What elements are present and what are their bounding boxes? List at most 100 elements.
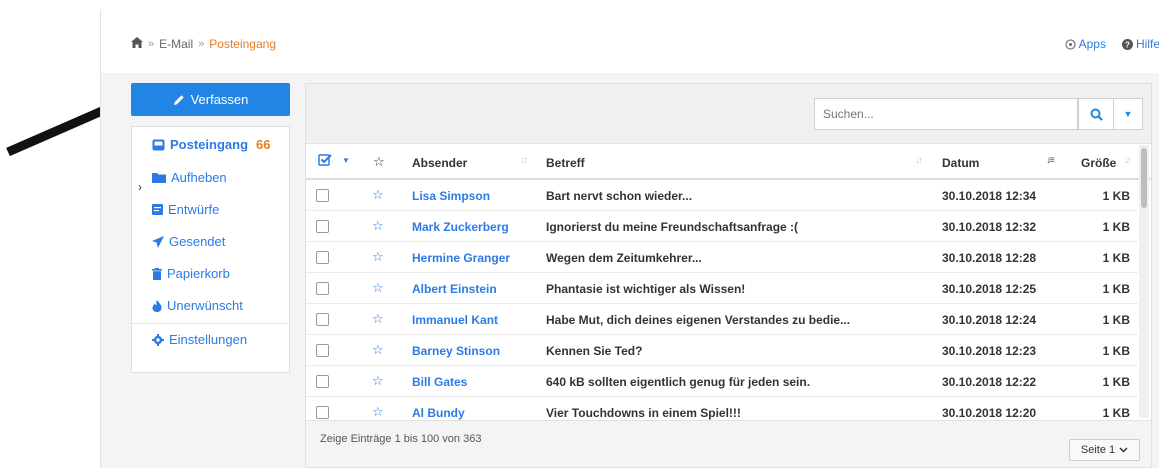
apps-link[interactable]: Apps: [1065, 37, 1106, 51]
size-cell: 1 KB: [1102, 189, 1130, 203]
column-header-size[interactable]: Größe: [1081, 156, 1116, 170]
folder-label: Gesendet: [169, 234, 226, 249]
apps-icon: [1065, 38, 1076, 50]
folder-sent[interactable]: Gesendet: [152, 234, 225, 249]
column-header-sender[interactable]: Absender: [412, 156, 467, 170]
checkbox-checked-icon: [318, 154, 332, 166]
sender-cell[interactable]: Mark Zuckerberg: [412, 220, 509, 234]
sender-cell[interactable]: Hermine Granger: [412, 251, 510, 265]
size-cell: 1 KB: [1102, 406, 1130, 420]
message-list: ☆ Lisa Simpson Bart nervt schon wieder..…: [306, 180, 1138, 428]
compose-button[interactable]: Verfassen: [131, 83, 290, 116]
star-icon[interactable]: ☆: [372, 187, 384, 203]
sender-cell[interactable]: Bill Gates: [412, 375, 467, 389]
breadcrumb-inbox[interactable]: Posteingang: [209, 37, 276, 51]
sort-icon[interactable]: ↓↑: [915, 155, 923, 166]
subject-cell[interactable]: Wegen dem Zeitumkehrer...: [546, 251, 702, 265]
help-link[interactable]: ? Hilfe: [1121, 37, 1159, 51]
sort-desc-icon[interactable]: ↓≡: [1046, 155, 1055, 166]
subject-cell[interactable]: Kennen Sie Ted?: [546, 344, 642, 358]
chevron-right-icon[interactable]: ›: [138, 180, 142, 194]
apps-label: Apps: [1078, 37, 1106, 51]
folder-list: Posteingang 66 › Aufheben Entwürfe Gesen…: [131, 126, 290, 373]
fire-icon: [152, 299, 162, 312]
table-row[interactable]: ☆ Bill Gates 640 kB sollten eigentlich g…: [306, 366, 1138, 397]
sender-cell[interactable]: Al Bundy: [412, 406, 465, 420]
sort-icon[interactable]: ↓↑: [520, 155, 528, 166]
row-checkbox[interactable]: [316, 344, 329, 357]
svg-text:?: ?: [1125, 40, 1130, 49]
home-icon[interactable]: [131, 37, 143, 51]
subject-cell[interactable]: Ignorierst du meine Freundschaftsanfrage…: [546, 220, 798, 234]
row-checkbox[interactable]: [316, 406, 329, 419]
search-input[interactable]: [814, 98, 1078, 130]
row-checkbox[interactable]: [316, 313, 329, 326]
row-checkbox[interactable]: [316, 375, 329, 388]
unread-count-badge: 66: [256, 137, 271, 152]
star-header-icon[interactable]: ☆: [373, 154, 385, 170]
star-icon[interactable]: ☆: [372, 404, 384, 420]
star-icon[interactable]: ☆: [372, 280, 384, 296]
table-row[interactable]: ☆ Albert Einstein Phantasie ist wichtige…: [306, 273, 1138, 304]
folder-spam[interactable]: Unerwünscht: [152, 298, 243, 313]
folder-drafts[interactable]: Entwürfe: [152, 202, 219, 217]
date-cell: 30.10.2018 12:24: [942, 313, 1037, 327]
subject-cell[interactable]: Vier Touchdowns in einem Spiel!!!: [546, 406, 741, 420]
subject-cell[interactable]: Phantasie ist wichtiger als Wissen!: [546, 282, 745, 296]
folder-label: Unerwünscht: [167, 298, 243, 313]
star-icon[interactable]: ☆: [372, 218, 384, 234]
subject-cell[interactable]: Habe Mut, dich deines eigenen Verstandes…: [546, 313, 850, 327]
select-all-checkbox[interactable]: [318, 153, 332, 170]
size-cell: 1 KB: [1102, 282, 1130, 296]
send-icon: [152, 235, 164, 248]
table-row[interactable]: ☆ Immanuel Kant Habe Mut, dich deines ei…: [306, 304, 1138, 335]
entries-info: Zeige Einträge 1 bis 100 von 363: [320, 433, 482, 445]
folder-inbox[interactable]: Posteingang 66: [152, 137, 270, 152]
table-row[interactable]: ☆ Hermine Granger Wegen dem Zeitumkehrer…: [306, 242, 1138, 273]
chevron-down-icon: [1119, 447, 1128, 453]
sender-cell[interactable]: Albert Einstein: [412, 282, 497, 296]
subject-cell[interactable]: 640 kB sollten eigentlich genug für jede…: [546, 375, 810, 389]
star-icon[interactable]: ☆: [372, 342, 384, 358]
draft-icon: [152, 204, 163, 215]
search-button[interactable]: [1078, 98, 1114, 130]
page-select[interactable]: Seite 1: [1069, 439, 1140, 461]
date-cell: 30.10.2018 12:32: [942, 220, 1037, 234]
star-icon[interactable]: ☆: [372, 249, 384, 265]
star-icon[interactable]: ☆: [372, 311, 384, 327]
sender-cell[interactable]: Lisa Simpson: [412, 189, 490, 203]
breadcrumb-email[interactable]: E-Mail: [159, 37, 193, 51]
table-row[interactable]: ☆ Lisa Simpson Bart nervt schon wieder..…: [306, 180, 1138, 211]
date-cell: 30.10.2018 12:22: [942, 375, 1037, 389]
sender-cell[interactable]: Barney Stinson: [412, 344, 500, 358]
search-bar: ▼: [306, 84, 1151, 144]
folder-archive[interactable]: Aufheben: [152, 170, 227, 185]
column-header-date[interactable]: Datum: [942, 156, 979, 170]
size-cell: 1 KB: [1102, 375, 1130, 389]
scrollbar[interactable]: [1139, 145, 1149, 418]
settings-link[interactable]: Einstellungen: [152, 332, 247, 347]
date-cell: 30.10.2018 12:28: [942, 251, 1037, 265]
folder-label: Entwürfe: [168, 202, 220, 217]
star-icon[interactable]: ☆: [372, 373, 384, 389]
folder-trash[interactable]: Papierkorb: [152, 266, 230, 281]
select-dropdown-caret-icon[interactable]: ▼: [342, 156, 350, 165]
size-cell: 1 KB: [1102, 313, 1130, 327]
sort-icon[interactable]: ↓↑: [1124, 155, 1132, 166]
row-checkbox[interactable]: [316, 251, 329, 264]
sender-cell[interactable]: Immanuel Kant: [412, 313, 498, 327]
column-header-subject[interactable]: Betreff: [546, 156, 585, 170]
search-options-dropdown[interactable]: ▼: [1113, 98, 1143, 130]
page-label: Seite 1: [1080, 444, 1116, 456]
row-checkbox[interactable]: [316, 282, 329, 295]
row-checkbox[interactable]: [316, 189, 329, 202]
subject-cell[interactable]: Bart nervt schon wieder...: [546, 189, 692, 203]
search-icon: [1090, 108, 1103, 121]
table-row[interactable]: ☆ Mark Zuckerberg Ignorierst du meine Fr…: [306, 211, 1138, 242]
row-checkbox[interactable]: [316, 220, 329, 233]
scroll-thumb[interactable]: [1141, 148, 1147, 208]
divider: [132, 323, 289, 324]
table-row[interactable]: ☆ Barney Stinson Kennen Sie Ted? 30.10.2…: [306, 335, 1138, 366]
pencil-icon: [173, 94, 184, 105]
size-cell: 1 KB: [1102, 251, 1130, 265]
